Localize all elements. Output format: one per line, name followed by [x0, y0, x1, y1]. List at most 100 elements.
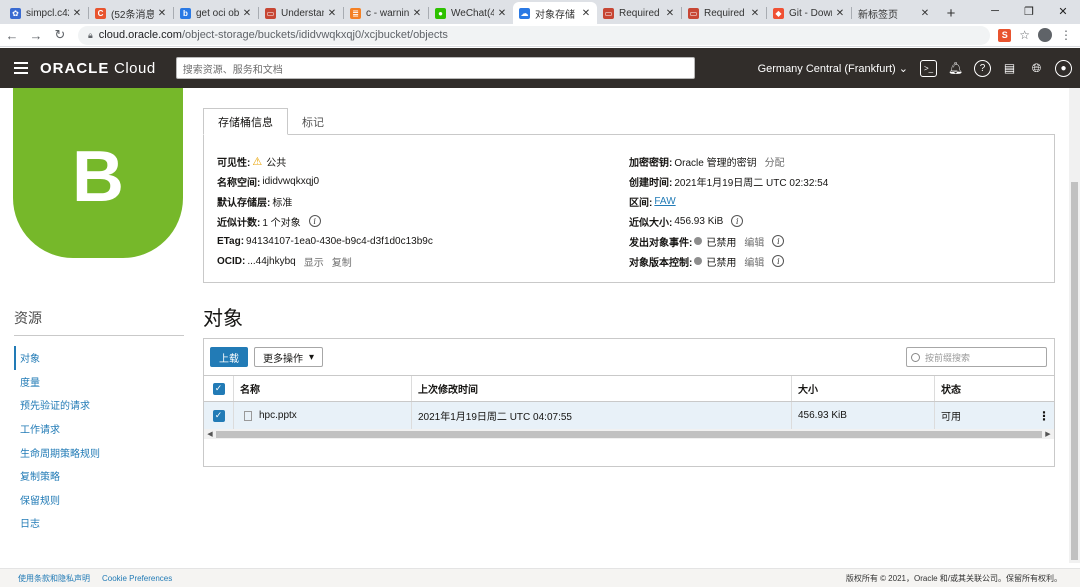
tab-close-icon[interactable]: ✕: [412, 8, 422, 19]
back-icon[interactable]: ←: [0, 28, 24, 43]
url-host: cloud.oracle.com: [98, 29, 182, 41]
browser-tab[interactable]: b get oci obj ✕: [174, 2, 258, 24]
namespace-row: 名称空间: ididvwqkxqj0: [217, 171, 433, 191]
tab-favicon-icon: ✿: [10, 7, 21, 19]
minimize-icon[interactable]: ─: [978, 0, 1012, 22]
tab-close-icon[interactable]: ✕: [157, 8, 167, 19]
browser-tab[interactable]: C (52条消息)✕: [89, 2, 173, 24]
namespace-value: ididvwqkxqj0: [262, 175, 320, 187]
tab-bucket-info[interactable]: 存储桶信息: [203, 108, 288, 135]
navigation-menu-icon[interactable]: [6, 62, 36, 74]
chat-icon[interactable]: ▤: [1001, 60, 1018, 77]
browser-tab[interactable]: ▭ Required I ✕: [682, 2, 766, 24]
table-row[interactable]: ✓ hpc.pptx 2021年1月19日周二 UTC 04:07:55 456…: [204, 402, 1054, 429]
emit-events-value: 已禁用: [706, 237, 737, 249]
object-name[interactable]: hpc.pptx: [259, 410, 297, 421]
terms-link[interactable]: 使用条款和隐私声明: [18, 573, 90, 584]
more-actions-button[interactable]: 更多操作 ▾: [254, 347, 324, 367]
tab-close-icon[interactable]: ✕: [72, 8, 82, 19]
column-status[interactable]: 状态: [935, 376, 1054, 401]
menu-dots-icon[interactable]: ⋮: [1060, 28, 1072, 42]
column-size[interactable]: 大小: [792, 376, 935, 401]
horizontal-scrollbar[interactable]: ◀ ▶: [204, 429, 1054, 439]
resources-menu-item[interactable]: 日志: [14, 511, 184, 535]
forward-icon[interactable]: →: [24, 28, 48, 43]
tab-close-icon[interactable]: ✕: [835, 8, 845, 19]
browser-tab[interactable]: ≣ c - warning✕: [344, 2, 428, 24]
objects-panel: 上载 更多操作 ▾ 按前缀搜索 ✓ 名称 上次修改时间 大小 状态 ✓ hpc.p…: [203, 338, 1055, 467]
tab-close-icon[interactable]: ✕: [920, 8, 930, 19]
info-icon[interactable]: i: [731, 215, 744, 227]
tab-close-icon[interactable]: ✕: [750, 8, 760, 19]
scroll-thumb[interactable]: [216, 430, 1042, 438]
resources-menu-item[interactable]: 工作请求: [14, 417, 184, 441]
tab-tags[interactable]: 标记: [288, 108, 338, 135]
ocid-show-link[interactable]: 显示: [304, 254, 324, 269]
logo-bold: ORACLE: [40, 59, 110, 77]
prefix-search-input[interactable]: 按前缀搜索: [906, 347, 1047, 367]
upload-button[interactable]: 上载: [210, 347, 248, 367]
row-actions-kebab-icon[interactable]: ⋮: [1038, 409, 1050, 423]
browser-tab[interactable]: ● WeChat(40✕: [429, 2, 513, 24]
maximize-icon[interactable]: ❐: [1012, 0, 1046, 22]
browser-tab[interactable]: ▭ Understand✕: [259, 2, 343, 24]
column-name[interactable]: 名称: [234, 376, 412, 401]
etag-key: ETag:: [217, 235, 245, 247]
tab-close-icon[interactable]: ✕: [327, 8, 337, 19]
visibility-value: 公共: [266, 157, 287, 169]
new-tab-button[interactable]: +: [940, 2, 962, 24]
bookmark-star-icon[interactable]: ☆: [1019, 28, 1030, 42]
page-scrollbar[interactable]: [1069, 88, 1080, 563]
user-profile-icon[interactable]: ●: [1055, 59, 1072, 77]
browser-tab[interactable]: 新标签页 ✕: [852, 2, 936, 24]
resources-menu-item[interactable]: 度量: [14, 370, 184, 394]
resources-menu-item[interactable]: 对象: [14, 346, 184, 370]
select-all-checkbox[interactable]: ✓: [212, 382, 225, 395]
scroll-right-icon[interactable]: ▶: [1042, 430, 1054, 438]
cookie-preferences-link[interactable]: Cookie Preferences: [102, 574, 172, 583]
visibility-row: 可见性: ⚠ 公共: [217, 151, 433, 171]
tab-close-icon[interactable]: ✕: [242, 8, 252, 19]
scroll-left-icon[interactable]: ◀: [204, 430, 216, 438]
resources-title: 资源: [14, 310, 42, 326]
versioning-edit-link[interactable]: 编辑: [744, 254, 764, 269]
resources-menu-item[interactable]: 生命周期策略规则: [14, 440, 184, 464]
tab-favicon-icon: ●: [435, 7, 446, 19]
tab-close-icon[interactable]: ✕: [581, 8, 591, 19]
column-modified[interactable]: 上次修改时间: [412, 376, 792, 401]
tab-close-icon[interactable]: ✕: [497, 8, 507, 19]
versioning-row: 对象版本控制: 已禁用 编辑 i: [629, 251, 828, 271]
global-search-input[interactable]: 搜索资源、服务和文档: [175, 57, 695, 79]
resources-menu-item[interactable]: 预先验证的请求: [14, 393, 184, 417]
info-icon[interactable]: i: [308, 215, 321, 227]
help-icon[interactable]: ?: [974, 59, 991, 77]
extension-icon[interactable]: S: [998, 28, 1012, 42]
info-icon[interactable]: i: [772, 235, 785, 247]
resources-menu-item[interactable]: 保留规则: [14, 488, 184, 512]
oracle-cloud-logo[interactable]: ORACLE Cloud: [40, 60, 156, 77]
emit-events-edit-link[interactable]: 编辑: [744, 234, 764, 249]
row-checkbox[interactable]: ✓: [212, 409, 225, 422]
browser-tab[interactable]: ☁ 对象存储 | ✕: [513, 2, 597, 24]
region-selector[interactable]: Germany Central (Frankfurt) ⌄: [758, 62, 908, 75]
profile-icon[interactable]: [1038, 28, 1052, 42]
tab-title: Required I: [704, 7, 747, 19]
browser-tab[interactable]: ✿ simpcl.c42 ✕: [4, 2, 88, 24]
browser-tab[interactable]: ▭ Required I ✕: [597, 2, 681, 24]
bell-icon[interactable]: 🔔︎: [947, 60, 964, 77]
page-scroll-thumb[interactable]: [1071, 182, 1078, 560]
close-window-icon[interactable]: ✕: [1046, 0, 1080, 22]
reload-icon[interactable]: ↻: [48, 27, 72, 43]
ocid-copy-link[interactable]: 复制: [332, 254, 352, 269]
tab-close-icon[interactable]: ✕: [665, 8, 675, 19]
globe-icon[interactable]: 🌐︎: [1028, 60, 1045, 77]
assign-key-link[interactable]: 分配: [765, 154, 785, 169]
compartment-link[interactable]: FAW: [654, 196, 675, 207]
cloud-shell-icon[interactable]: >_: [920, 59, 937, 77]
approx-size-row: 近似大小: 456.93 KiB i: [629, 211, 828, 231]
browser-tab[interactable]: ◆ Git - Down ✕: [767, 2, 851, 24]
info-icon[interactable]: i: [772, 255, 785, 267]
resources-menu-item[interactable]: 复制策略: [14, 464, 184, 488]
url-field[interactable]: 🔒︎ cloud.oracle.com/object-storage/bucke…: [78, 25, 991, 45]
bucket-letter: B: [72, 137, 124, 217]
